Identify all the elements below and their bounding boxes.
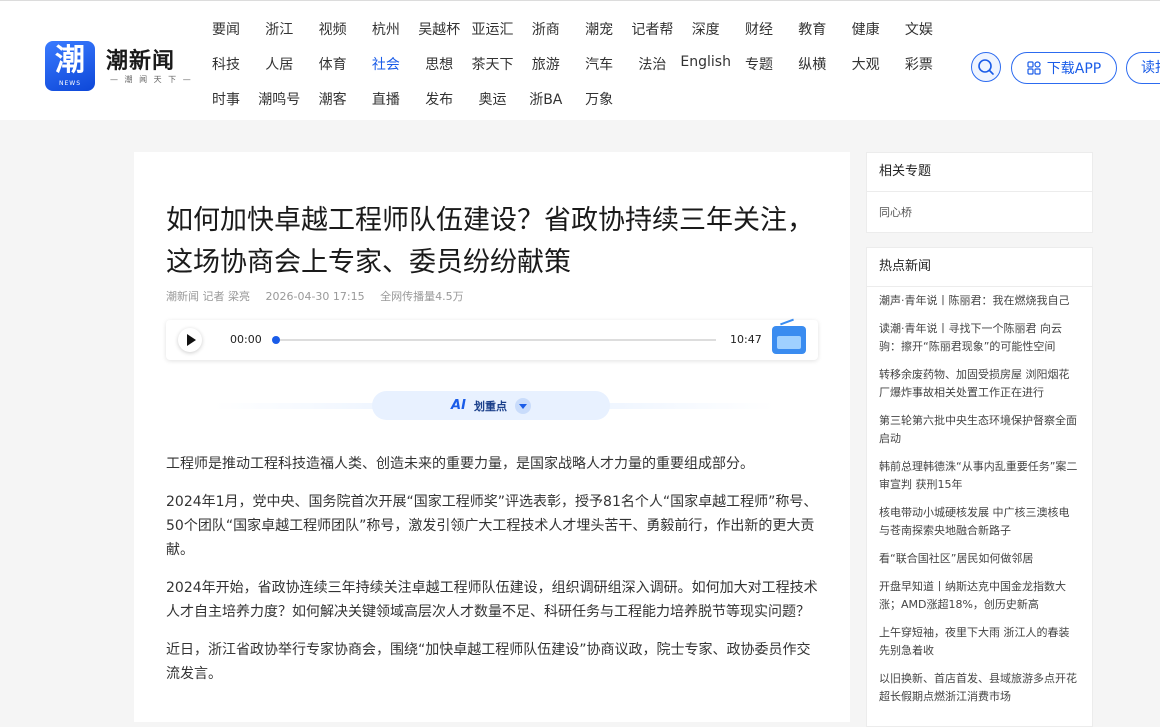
article-paragraph: 2024年1月，党中央、国务院首次开展“国家工程师奖”评选表彰，授予81名个人“… [166, 494, 818, 558]
hot-news-item[interactable]: 看“联合国社区”居民如何做邻居 [879, 545, 1080, 573]
ai-logo: AI [451, 398, 466, 413]
nav-item[interactable]: 吴越杯 [413, 19, 465, 39]
logo-name[interactable]: 潮新闻 [106, 43, 175, 75]
nav-item[interactable]: 浙商 [520, 19, 572, 39]
audio-progress-track[interactable] [274, 339, 716, 341]
site-header: 潮 NEWS 潮新闻 — 潮 闻 天 下 — 要闻 浙江 视频 杭州 吴越杯 亚运汇 浙商潮… [0, 0, 1160, 120]
nav-item[interactable]: 要闻 [200, 19, 252, 39]
nav-item[interactable]: 思想 [413, 54, 465, 74]
nav-item[interactable]: 直播 [360, 89, 412, 109]
hot-news-heading: 热点新闻 [867, 248, 1092, 287]
nav-item[interactable]: 浙江 [253, 19, 305, 39]
hot-news-item[interactable]: 上午穿短袖，夜里下大雨 浙江人的春装先别急着收 [879, 619, 1080, 665]
nav-item[interactable]: 法治 [626, 54, 678, 74]
search-button[interactable] [971, 52, 1001, 82]
nav-item[interactable]: 深度 [680, 19, 732, 39]
hot-news-panel: 热点新闻 潮声·青年说丨陈丽君：我在燃烧我自己 读潮·青年说丨寻找下一个陈丽君 向… [866, 247, 1093, 727]
chevron-down-icon [514, 397, 531, 414]
nav-item[interactable]: English [680, 54, 732, 70]
nav-item[interactable]: 杭州 [360, 19, 412, 39]
nav-item[interactable]: 茶天下 [467, 54, 519, 74]
article-card: 如何加快卓越工程师队伍建设？省政协持续三年关注，这场协商会上专家、委员纷纷献策 … [134, 152, 850, 722]
download-app-button[interactable]: 下载APP [1011, 52, 1117, 84]
hot-news-list: 潮声·青年说丨陈丽君：我在燃烧我自己 读潮·青年说丨寻找下一个陈丽君 向云驹：擦开… [867, 287, 1092, 711]
nav-item[interactable]: 潮鸣号 [253, 89, 305, 109]
nav-item[interactable]: 奥运 [467, 89, 519, 109]
article-source: 潮新闻 记者 梁亮 [166, 290, 250, 303]
nav-item[interactable]: 纵横 [786, 54, 838, 74]
radio-icon[interactable] [772, 326, 806, 354]
nav-item[interactable]: 大观 [840, 54, 892, 74]
nav-item[interactable]: 彩票 [893, 54, 945, 74]
nav-item[interactable]: 教育 [786, 19, 838, 39]
logo-char: 潮 [55, 43, 85, 78]
nav-item[interactable]: 浙BA [520, 89, 572, 109]
search-icon [978, 59, 994, 75]
audio-current-time: 00:00 [230, 333, 262, 346]
hot-news-item[interactable]: 韩前总理韩德洙“从事内乱重要任务”案二审宣判 获刑15年 [879, 453, 1080, 499]
article-paragraph: 近日，浙江省政协举行专家协商会，围绕“加快卓越工程师队伍建设”协商议政，院士专家… [166, 642, 811, 682]
hot-news-item[interactable]: 读潮·青年说丨寻找下一个陈丽君 向云驹：擦开“陈丽君现象”的可能性空间 [879, 315, 1080, 361]
nav-item[interactable]: 旅游 [520, 54, 572, 74]
nav-item[interactable]: 万象 [573, 89, 625, 109]
app-grid-icon [1027, 61, 1041, 75]
ai-highlight-button[interactable]: AI 划重点 [372, 391, 610, 420]
nav-item[interactable]: 潮宠 [573, 19, 625, 39]
nav-item[interactable]: 人居 [253, 54, 305, 74]
hot-news-item[interactable]: 核电带动小城硬核发展 中广核三澳核电与苍南探索央地融合新路子 [879, 499, 1080, 545]
play-icon[interactable] [178, 328, 202, 352]
hot-news-item[interactable]: 开盘早知道丨纳斯达克中国金龙指数大涨；AMD涨超18%，创历史新高 [879, 573, 1080, 619]
audio-total-time: 10:47 [730, 333, 762, 346]
nav-item[interactable]: 文娱 [893, 19, 945, 39]
nav-item[interactable]: 视频 [307, 19, 359, 39]
nav-item[interactable]: 专题 [733, 54, 785, 74]
logo-icon[interactable]: 潮 NEWS [45, 41, 95, 91]
logo-sub: NEWS [58, 80, 82, 87]
related-topics-heading: 相关专题 [867, 153, 1092, 192]
nav-item[interactable]: 体育 [307, 54, 359, 74]
article-body: 工程师是推动工程科技造福人类、创造未来的重要力量，是国家战略人才力量的重要组成部… [166, 452, 822, 700]
article-reach: 全网传播量4.5万 [380, 290, 464, 303]
nav-item[interactable]: 亚运汇 [467, 19, 519, 39]
ai-highlight-label: 划重点 [473, 399, 507, 413]
download-app-label: 下载APP [1046, 61, 1102, 77]
hot-news-item[interactable]: 以旧换新、首店首发、县域旅游多点开花 超长假期点燃浙江消费市场 [879, 665, 1080, 711]
hot-news-item[interactable]: 转移余废药物、加固受损房屋 浏阳烟花厂爆炸事故相关处置工作正在进行 [879, 361, 1080, 407]
article-meta: 潮新闻 记者 梁亮 2026-04-30 17:15 全网传播量4.5万 [166, 288, 476, 304]
nav-item[interactable]: 潮客 [307, 89, 359, 109]
article-paragraph: 工程师是推动工程科技造福人类、创造未来的重要力量，是国家战略人才力量的重要组成部… [166, 456, 754, 472]
related-topics-panel: 相关专题 同心桥 [866, 152, 1093, 233]
nav-item[interactable]: 发布 [413, 89, 465, 109]
article-datetime: 2026-04-30 17:15 [265, 290, 365, 303]
logo-slogan: — 潮 闻 天 下 — [110, 75, 193, 84]
nav-item[interactable]: 健康 [840, 19, 892, 39]
nav-item[interactable]: 社会 [360, 54, 412, 74]
related-topic-link[interactable]: 同心桥 [879, 204, 1080, 220]
nav-item[interactable]: 汽车 [573, 54, 625, 74]
related-topics-list: 同心桥 [867, 192, 1092, 232]
article-paragraph: 2024年开始，省政协连续三年持续关注卓越工程师队伍建设，组织调研组深入调研。如… [166, 580, 818, 620]
audio-player: 00:00 10:47 [166, 320, 818, 360]
nav-item[interactable]: 财经 [733, 19, 785, 39]
read-paper-button[interactable]: 读报 [1126, 52, 1160, 84]
nav-item[interactable]: 时事 [200, 89, 252, 109]
hot-news-item[interactable]: 潮声·青年说丨陈丽君：我在燃烧我自己 [879, 287, 1080, 315]
nav-item[interactable]: 记者帮 [626, 19, 678, 39]
nav-item[interactable]: 科技 [200, 54, 252, 74]
audio-progress-knob[interactable] [272, 336, 280, 344]
article-title: 如何加快卓越工程师队伍建设？省政协持续三年关注，这场协商会上专家、委员纷纷献策 [166, 205, 814, 278]
hot-news-item[interactable]: 第三轮第六批中央生态环境保护督察全面启动 [879, 407, 1080, 453]
